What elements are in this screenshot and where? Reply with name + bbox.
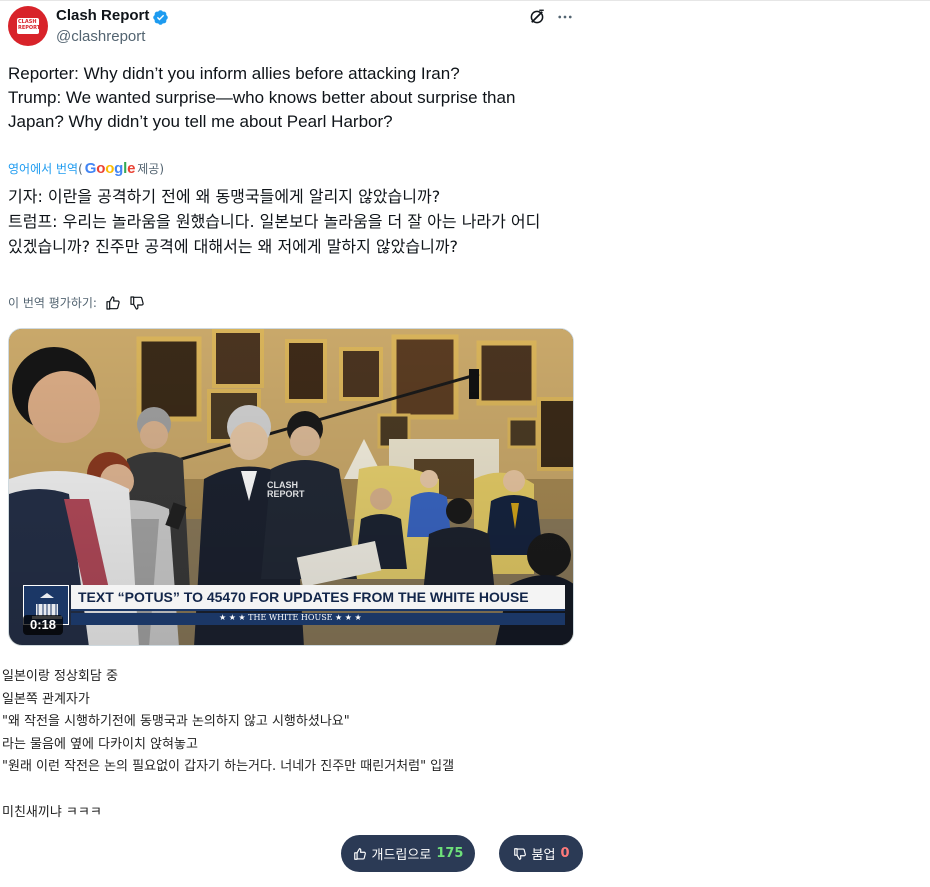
upvote-button[interactable]: 개드립으로 175: [341, 835, 475, 872]
comment-line: "왜 작전을 시행하기전에 동맹국과 논의하지 않고 시행하셨나요": [2, 714, 350, 730]
thumbs-up-icon: [353, 847, 366, 860]
upvote-count: 175: [436, 846, 464, 861]
video-watermark: CLASH REPORT: [267, 480, 305, 499]
thumbs-down-icon[interactable]: [129, 295, 145, 311]
video-player[interactable]: CLASH REPORT TEXT “POTUS” TO 45470 FOR UP…: [8, 328, 574, 646]
comment-line: 일본쪽 관계자가: [2, 691, 90, 707]
avatar[interactable]: CLASH REPORT: [8, 6, 48, 46]
top-divider: [0, 0, 930, 1]
translated-text-line: 트럼프: 우리는 놀라움을 원했습니다. 일본보다 놀라움을 더 잘 아는 나라…: [8, 212, 541, 231]
rate-translation: 이 번역 평가하기:: [8, 294, 145, 311]
avatar-logo-text: CLASH REPORT: [18, 19, 41, 31]
post-comment: 일본이랑 정상회담 중 일본쪽 관계자가 "왜 작전을 시행하기전에 동맹국과 …: [2, 666, 454, 824]
thumbs-up-icon[interactable]: [105, 295, 121, 311]
rate-translation-label: 이 번역 평가하기:: [8, 296, 97, 310]
comment-line: [2, 779, 454, 802]
tweet-text-line: Trump: We wanted surprise—who knows bett…: [8, 88, 516, 107]
translated-by-prefix: (: [78, 161, 83, 176]
comment-line: "원래 이런 작전은 논의 필요없이 갑자기 하는거다. 너네가 진주만 때린거…: [2, 759, 455, 775]
display-name[interactable]: Clash Report: [56, 7, 149, 24]
translation-credit: 영어에서 번역 ( Google 제공): [8, 160, 164, 177]
banner-footer: ★ ★ ★ THE WHITE HOUSE ★ ★ ★: [71, 613, 565, 625]
translated-text-line: 있겠습니까? 진주만 공격에 대해서는 왜 저에게 말하지 않았습니까?: [8, 237, 459, 256]
downvote-count: 0: [560, 846, 570, 861]
banner-text: TEXT “POTUS” TO 45470 FOR UPDATES FROM T…: [78, 589, 529, 605]
lower-third-banner: TEXT “POTUS” TO 45470 FOR UPDATES FROM T…: [71, 585, 565, 625]
upvote-label: 개드립으로: [371, 848, 432, 863]
grok-icon[interactable]: [528, 8, 546, 26]
comment-line: 라는 물음에 옆에 다카이치 앉혀놓고: [2, 736, 198, 752]
google-logo: Google: [84, 160, 136, 177]
tweet-text-line: Reporter: Why didn’t you inform allies b…: [8, 64, 460, 83]
banner-headline: TEXT “POTUS” TO 45470 FOR UPDATES FROM T…: [71, 585, 565, 611]
thumbs-down-icon: [513, 847, 526, 860]
downvote-label: 붐업: [531, 848, 556, 863]
handle[interactable]: @clashreport: [56, 28, 145, 45]
comment-line: 일본이랑 정상회담 중: [2, 669, 118, 684]
translated-by-suffix: 제공): [137, 162, 165, 176]
translated-text-line: 기자: 이란을 공격하기 전에 왜 동맹국들에게 알리지 않았습니까?: [8, 187, 441, 206]
verified-badge-icon: [153, 10, 168, 25]
more-options-icon[interactable]: [556, 8, 574, 26]
tweet-text-line: Japan? Why didn’t you tell me about Pear…: [8, 112, 393, 131]
translated-from-link[interactable]: 영어에서 번역: [8, 160, 78, 177]
translated-text: 기자: 이란을 공격하기 전에 왜 동맹국들에게 알리지 않았습니까? 트럼프:…: [8, 184, 580, 259]
video-duration: 0:18: [23, 615, 64, 635]
tweet-text: Reporter: Why didn’t you inform allies b…: [8, 62, 578, 134]
comment-line: 미친새끼냐 ㅋㅋㅋ: [2, 804, 102, 820]
banner-subtext: ★ ★ ★ THE WHITE HOUSE ★ ★ ★: [219, 613, 362, 622]
downvote-button[interactable]: 붐업 0: [499, 835, 583, 872]
